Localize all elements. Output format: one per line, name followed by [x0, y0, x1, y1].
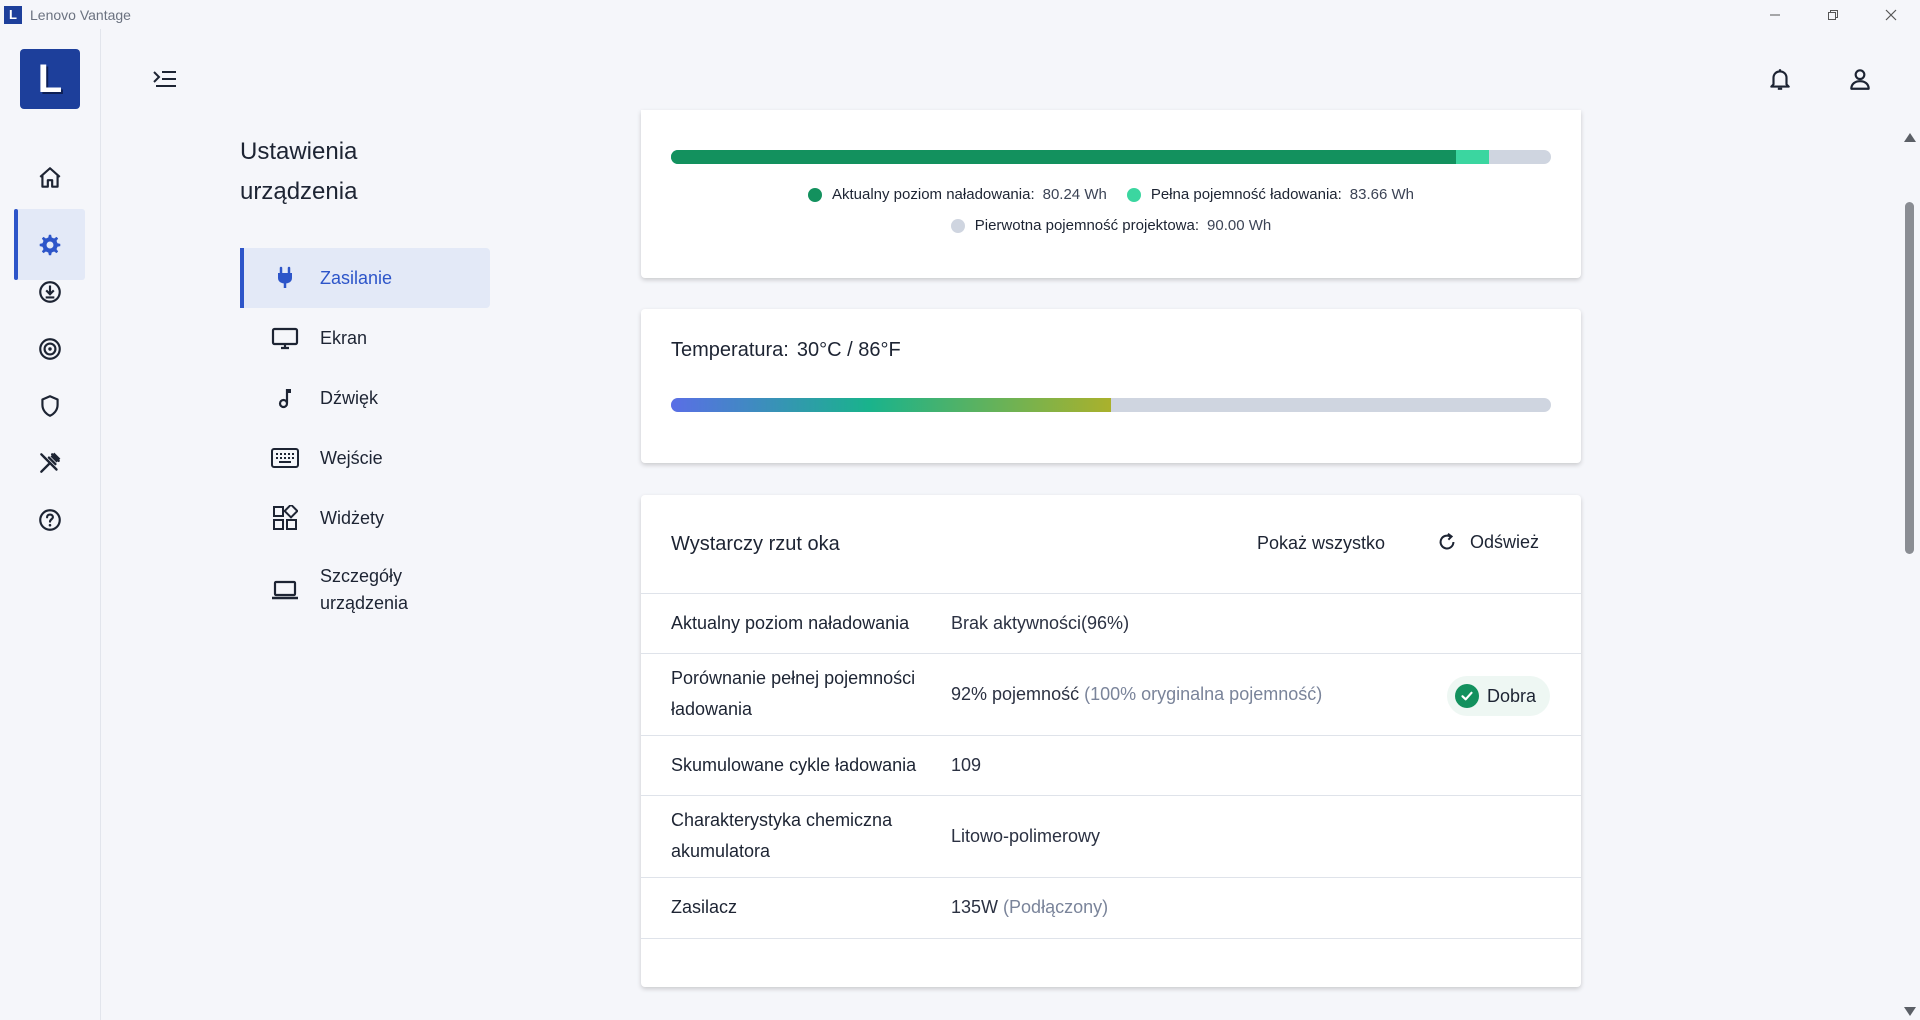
row-label: Charakterystyka chemiczna akumulatora [671, 810, 893, 861]
left-rail: L [0, 29, 101, 1020]
row-value: 135W (Podłączony) [951, 897, 1109, 917]
current-level-fill [671, 150, 1456, 164]
table-row: Skumulowane cykle ładowania 109 [641, 736, 1581, 796]
design-capacity-value: 90.00 Wh [1207, 217, 1272, 234]
battery-capacity-bar [671, 150, 1551, 164]
temperature-card: Temperatura: 30°C / 86°F [641, 309, 1581, 463]
scroll-up-arrow-icon[interactable] [1904, 133, 1916, 142]
battery-capacity-card: Aktualny poziom naładowania: 80.24 Wh Pe… [641, 110, 1581, 278]
subnav-item-input[interactable]: Wejście [240, 428, 490, 488]
row-value: Litowo-polimerowy [951, 826, 1101, 846]
minimize-button[interactable] [1746, 0, 1804, 29]
table-row: Porównanie pełnej pojemności ładowania 9… [641, 654, 1581, 736]
refresh-label: Odśwież [1470, 531, 1540, 552]
plug-icon [270, 263, 300, 293]
legend-dot-design [950, 218, 965, 233]
legend-dot-current [807, 187, 822, 202]
section-title: Ustawienia urządzenia [240, 132, 460, 212]
temperature-value: 30°C / 86°F [796, 339, 901, 361]
subnav-item-widgets[interactable]: Widżety [240, 488, 490, 548]
subnav-item-label: Dźwięk [320, 387, 379, 408]
subnav-item-label: Ekran [320, 327, 368, 348]
bell-icon [1770, 69, 1790, 90]
lenovo-logo[interactable]: L [20, 49, 80, 109]
rail-help-button[interactable] [14, 484, 85, 555]
subnav-item-label: Szczegóły urządzenia [320, 566, 409, 613]
temperature-heading: Temperatura: 30°C / 86°F [671, 339, 901, 361]
row-value: 92% pojemność (100% oryginalna pojemność… [951, 684, 1323, 704]
window-title: Lenovo Vantage [30, 6, 131, 23]
restore-icon [1828, 9, 1838, 20]
scroll-down-arrow-icon[interactable] [1904, 1007, 1916, 1016]
help-icon [38, 508, 61, 531]
menu-collapse-icon [153, 71, 176, 87]
legend-full: Pełna pojemność ładowania: 83.66 Wh [1126, 186, 1415, 203]
subnav-item-display[interactable]: Ekran [240, 308, 490, 368]
status-badge: Dobra [1447, 676, 1551, 716]
row-label: Skumulowane cykle ładowania [671, 755, 917, 775]
full-capacity-value: 83.66 Wh [1349, 186, 1415, 203]
subnav-item-sound[interactable]: Dźwięk [240, 368, 490, 428]
tools-icon [39, 452, 60, 473]
notifications-button[interactable] [1765, 64, 1795, 94]
subnav-item-label: Zasilanie [320, 267, 393, 288]
battery-legend-row1: Aktualny poziom naładowania: 80.24 Wh Pe… [641, 186, 1581, 203]
download-icon [38, 280, 61, 303]
restore-button[interactable] [1804, 0, 1862, 29]
settings-subnav: Zasilanie Ekran Dźwięk Wejście Widżety S… [240, 248, 490, 632]
shield-icon [40, 394, 59, 417]
table-row: Zasilacz 135W (Podłączony) [641, 878, 1581, 939]
close-button[interactable] [1862, 0, 1920, 29]
current-level-value: 80.24 Wh [1042, 186, 1107, 203]
laptop-icon [270, 575, 300, 605]
keyboard-icon [270, 443, 300, 473]
checkmark-icon [1455, 684, 1479, 708]
show-all-button[interactable]: Pokaż wszystko [1257, 533, 1385, 554]
subnav-item-power[interactable]: Zasilanie [240, 248, 490, 308]
row-label: Zasilacz [671, 897, 738, 917]
section-title-line2: urządzenia [240, 178, 358, 205]
gear-icon [39, 234, 60, 255]
title-bar: L Lenovo Vantage [0, 0, 1920, 29]
account-button[interactable] [1845, 64, 1875, 94]
temperature-bar [671, 398, 1551, 412]
refresh-button[interactable]: Odśwież [1436, 531, 1539, 553]
refresh-icon [1439, 532, 1455, 550]
monitor-icon [270, 323, 300, 353]
user-icon [1850, 69, 1870, 90]
glance-title: Wystarczy rzut oka [671, 533, 840, 555]
legend-current: Aktualny poziom naładowania: 80.24 Wh [807, 186, 1107, 203]
subnav-item-label: Wejście [320, 447, 383, 468]
table-row: Charakterystyka chemiczna akumulatora Li… [641, 796, 1581, 878]
widgets-icon [270, 503, 300, 533]
row-value: Brak aktywności(96%) [951, 613, 1130, 633]
battery-legend-row2: Pierwotna pojemność projektowa: 90.00 Wh [641, 217, 1581, 234]
menu-toggle-button[interactable] [150, 64, 180, 94]
row-label: Aktualny poziom naładowania [671, 613, 910, 633]
home-icon [39, 166, 60, 188]
section-title-line1: Ustawienia [240, 138, 358, 165]
rail-home-button[interactable] [14, 142, 85, 213]
subnav-item-device-details[interactable]: Szczegóły urządzenia [240, 548, 490, 632]
minimize-icon [1770, 14, 1780, 15]
row-label: Porównanie pełnej pojemności ładowania [671, 668, 916, 719]
row-value: 109 [951, 755, 982, 775]
legend-design: Pierwotna pojemność projektowa: 90.00 Wh [950, 217, 1272, 234]
scrollbar-thumb[interactable] [1905, 202, 1914, 554]
table-row: Aktualny poziom naładowania Brak aktywno… [641, 594, 1581, 654]
subnav-item-label: Widżety [320, 507, 385, 528]
glance-table: Aktualny poziom naładowania Brak aktywno… [641, 593, 1581, 939]
close-icon [1885, 9, 1897, 20]
music-note-icon [270, 383, 300, 413]
legend-dot-full [1126, 187, 1141, 202]
temperature-fill [671, 398, 1111, 412]
radar-icon [38, 337, 61, 360]
app-logo-icon: L [4, 5, 22, 24]
glance-card: Wystarczy rzut oka Pokaż wszystko Odświe… [641, 495, 1581, 987]
